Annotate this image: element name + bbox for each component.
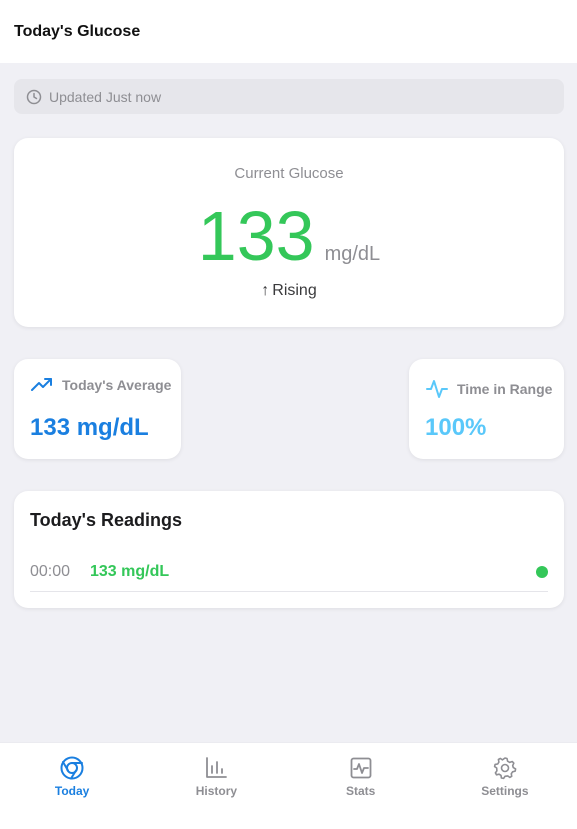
bar-chart-icon bbox=[206, 757, 228, 778]
tab-settings[interactable]: Settings bbox=[433, 743, 577, 829]
reading-status-dot bbox=[536, 566, 548, 578]
today-ring-icon bbox=[60, 756, 84, 780]
reading-row[interactable]: 00:00 133 mg/dL bbox=[30, 553, 548, 592]
todays-average-header: Today's Average bbox=[30, 377, 171, 393]
bottom-tab-bar: Today History Stats Settings bbox=[0, 742, 577, 829]
page-title: Today's Glucose bbox=[14, 22, 141, 40]
tab-history-label: History bbox=[195, 784, 238, 798]
trend-label: Rising bbox=[272, 282, 317, 299]
current-glucose-value: 133 bbox=[197, 197, 315, 275]
tab-today[interactable]: Today bbox=[0, 743, 144, 829]
updated-text: Updated Just now bbox=[49, 88, 162, 105]
todays-average-label: Today's Average bbox=[62, 377, 172, 393]
top-bar: Today's Glucose bbox=[0, 0, 577, 63]
time-in-range-value: 100% bbox=[425, 414, 487, 441]
trending-up-icon bbox=[31, 378, 52, 391]
time-in-range-card: Time in Range 100% bbox=[409, 359, 564, 459]
trend-arrow-icon: ↑ bbox=[261, 282, 270, 299]
app-root: Today's Glucose Updated Just now Current… bbox=[0, 0, 577, 829]
time-in-range-label: Time in Range bbox=[457, 381, 553, 397]
todays-average-value: 133 mg/dL bbox=[30, 414, 149, 441]
tab-today-label: Today bbox=[54, 784, 90, 798]
clock-icon bbox=[26, 89, 42, 104]
time-in-range-header: Time in Range bbox=[425, 377, 552, 401]
todays-average-card: Today's Average 133 mg/dL bbox=[14, 359, 181, 459]
tab-stats[interactable]: Stats bbox=[289, 743, 433, 829]
todays-readings-card: Today's Readings 00:00 133 mg/dL bbox=[14, 491, 564, 608]
tab-settings-label: Settings bbox=[481, 784, 529, 798]
current-glucose-label: Current Glucose bbox=[234, 165, 344, 182]
current-glucose-unit: mg/dL bbox=[324, 243, 381, 265]
reading-value: 133 mg/dL bbox=[90, 563, 170, 580]
reading-time: 00:00 bbox=[30, 563, 71, 580]
activity-pulse-icon bbox=[426, 380, 448, 398]
current-glucose-value-row: 133 mg/dL bbox=[14, 193, 564, 279]
gear-icon bbox=[493, 757, 517, 780]
updated-status-banner: Updated Just now bbox=[14, 79, 564, 114]
stats-pulse-icon bbox=[350, 757, 372, 779]
todays-readings-title: Today's Readings bbox=[30, 510, 182, 530]
current-glucose-card: Current Glucose 133 mg/dL ↑ Rising bbox=[14, 138, 564, 327]
tab-history[interactable]: History bbox=[144, 743, 288, 829]
trend-indicator: ↑ Rising bbox=[14, 282, 564, 300]
tab-stats-label: Stats bbox=[345, 784, 376, 798]
